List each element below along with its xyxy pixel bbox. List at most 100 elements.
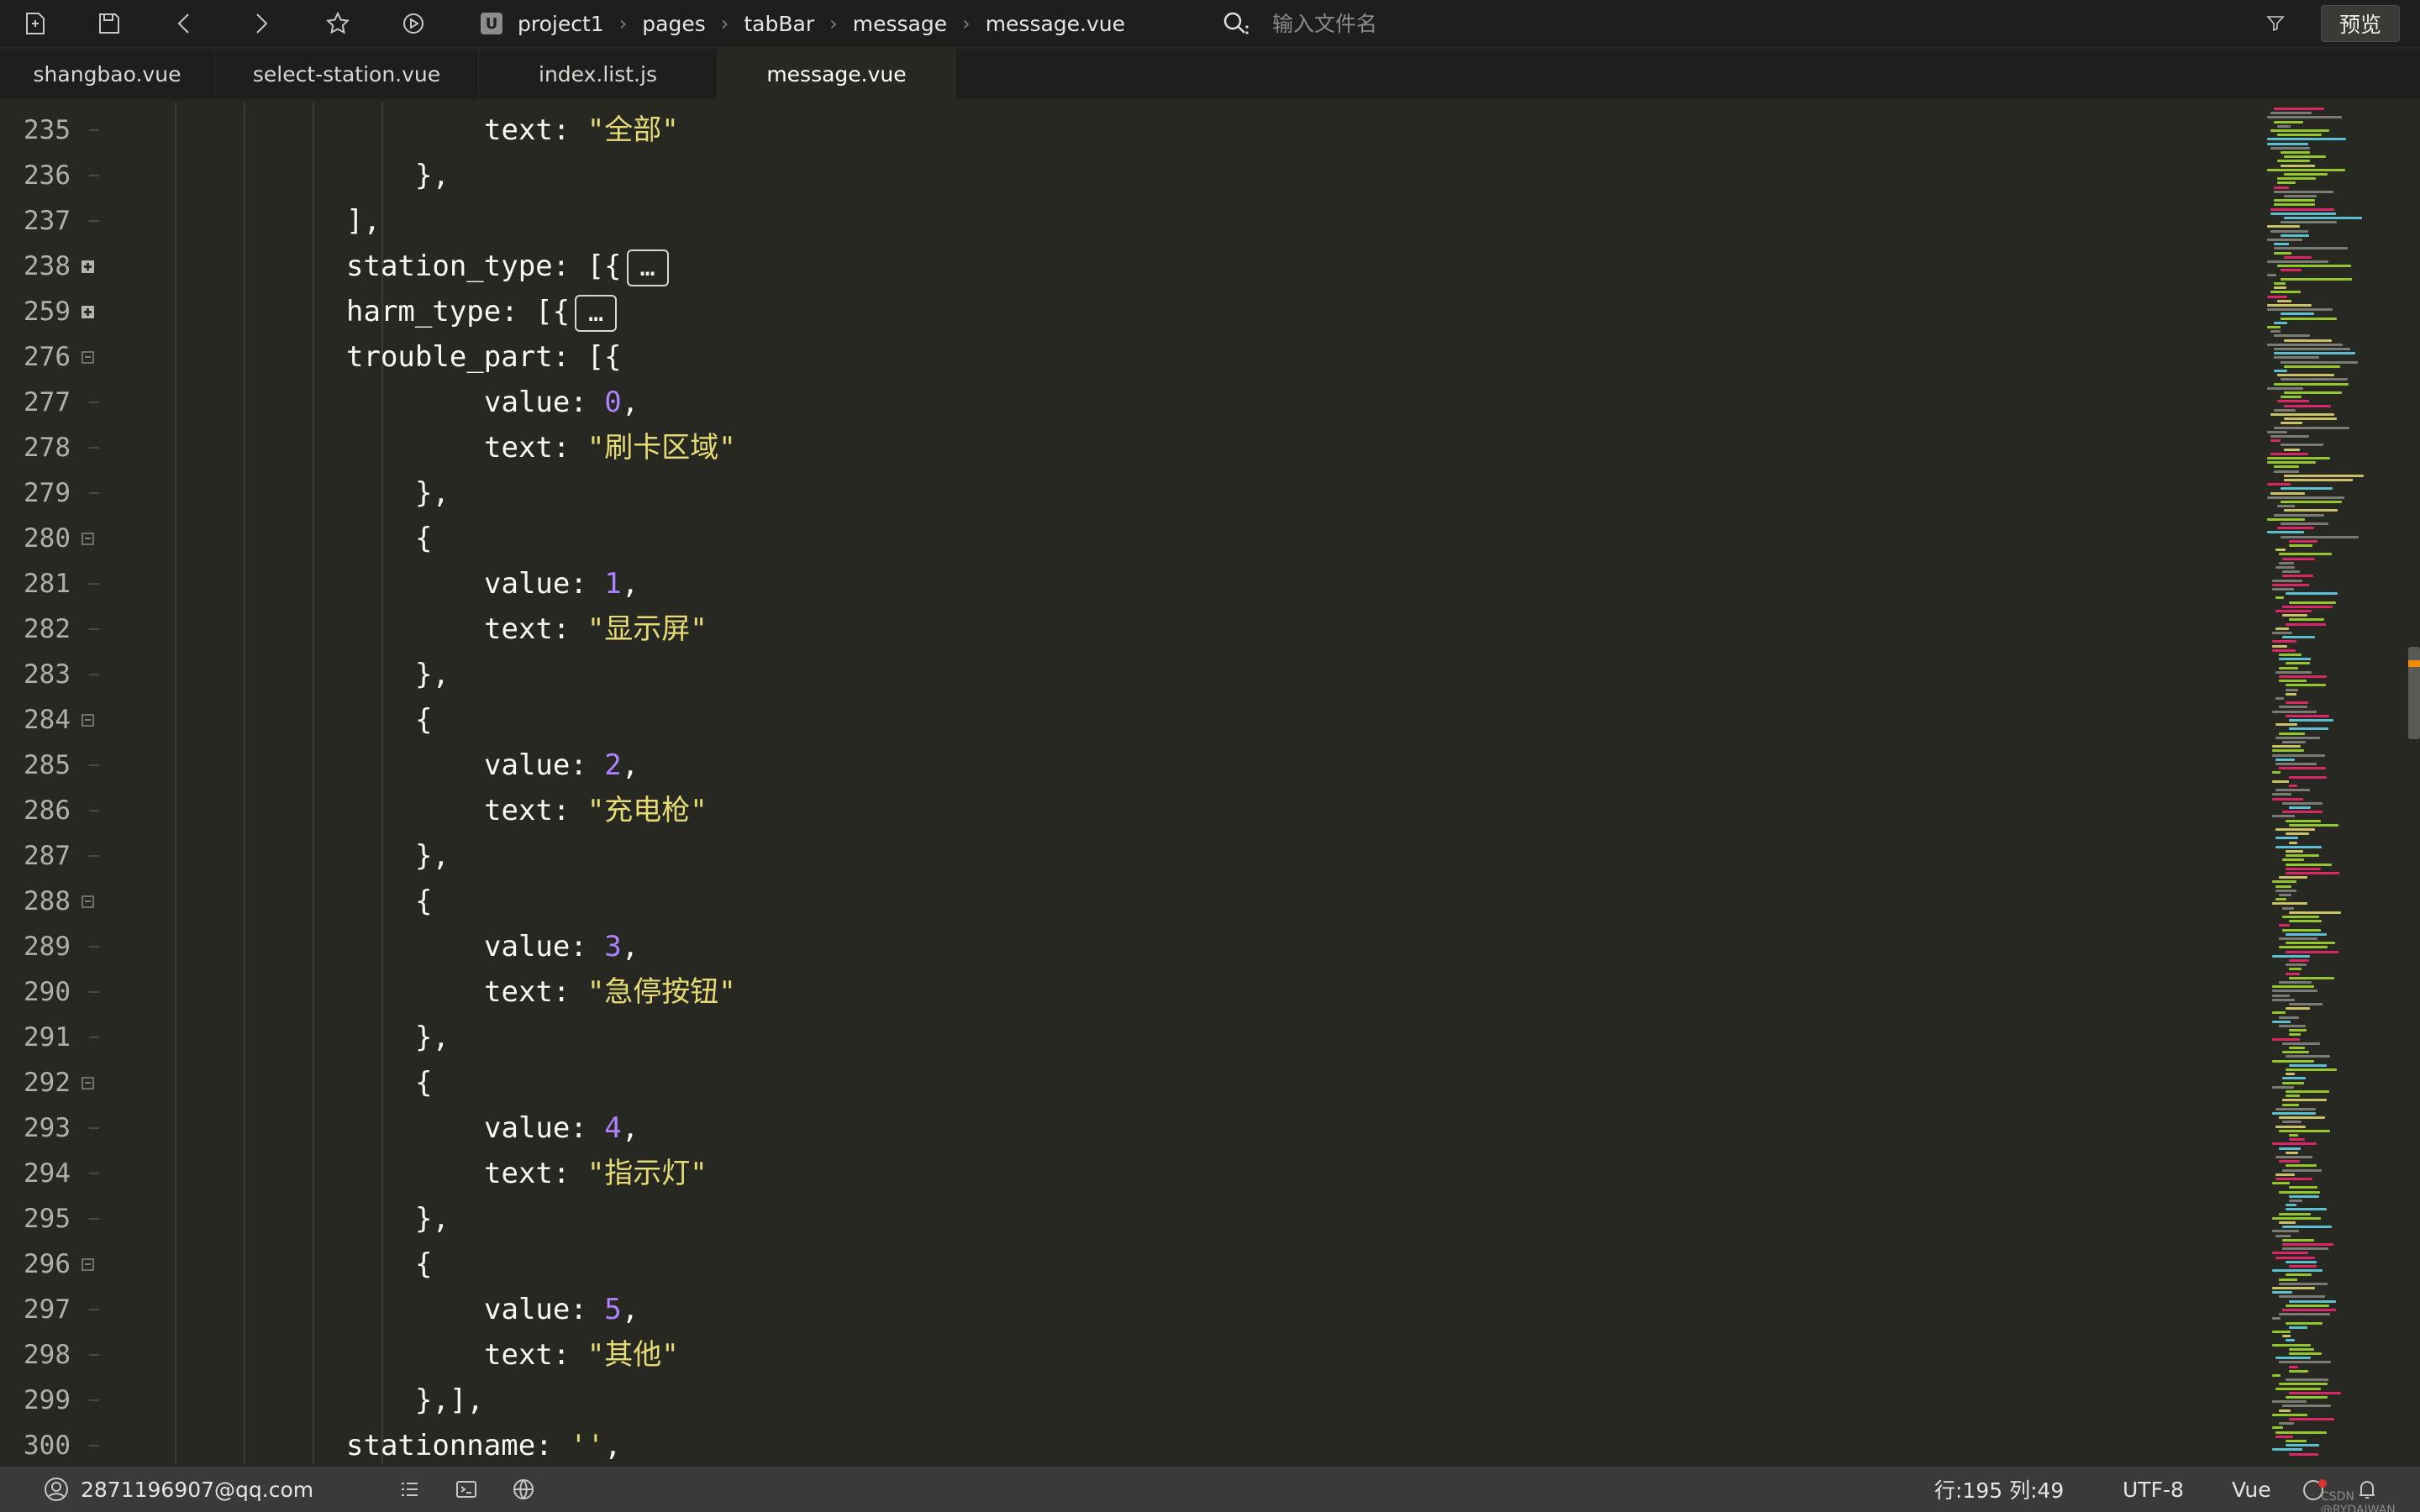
breadcrumb-item[interactable]: pages (642, 12, 705, 36)
code-line[interactable]: 284 { (0, 697, 2235, 743)
fold-collapse-icon[interactable] (82, 1077, 94, 1089)
code-content[interactable]: text: "急停按钮" (484, 969, 736, 1015)
fold-collapse-icon[interactable] (82, 533, 94, 545)
code-content[interactable]: text: "充电枪" (484, 788, 708, 833)
code-content[interactable]: }, (415, 1015, 450, 1060)
code-line[interactable]: 288 { (0, 879, 2235, 924)
code-line[interactable]: 235 text: "全部" (0, 108, 2235, 153)
code-content[interactable]: { (415, 516, 432, 561)
code-line[interactable]: 279}, (0, 470, 2235, 516)
fold-collapse-icon[interactable] (82, 714, 94, 727)
code-line[interactable]: 300 stationname: '', (0, 1423, 2235, 1465)
code-line[interactable]: 292 { (0, 1060, 2235, 1105)
terminal-icon[interactable] (454, 1477, 479, 1502)
code-line[interactable]: 236}, (0, 153, 2235, 198)
code-line[interactable]: 238 station_type: [{… (0, 244, 2235, 289)
code-content[interactable]: text: "显示屏" (484, 606, 708, 652)
code-line[interactable]: 295}, (0, 1196, 2235, 1242)
breadcrumb-item[interactable]: tabBar (744, 12, 814, 36)
fold-collapse-icon[interactable] (82, 1258, 94, 1271)
cursor-position[interactable]: 行:195 列:49 (1934, 1467, 2064, 1512)
forward-icon[interactable] (245, 8, 276, 39)
code-content[interactable]: stationname: '', (346, 1423, 622, 1465)
code-content[interactable]: text: "指示灯" (484, 1151, 708, 1196)
code-line[interactable]: 298 text: "其他" (0, 1332, 2235, 1378)
code-content[interactable]: { (415, 1242, 432, 1287)
code-content[interactable]: value: 0, (484, 380, 639, 425)
code-line[interactable]: 278 text: "刷卡区域" (0, 425, 2235, 470)
save-icon[interactable] (94, 8, 124, 39)
code-content[interactable]: value: 1, (484, 561, 639, 606)
code-line[interactable]: 280 { (0, 516, 2235, 561)
folded-region[interactable]: … (626, 249, 669, 286)
code-content[interactable]: ], (346, 198, 381, 244)
new-file-icon[interactable] (20, 8, 50, 39)
code-content[interactable]: }, (415, 470, 450, 516)
fold-collapse-icon[interactable] (82, 351, 94, 364)
user-account[interactable]: 2871196907@qq.com (81, 1478, 313, 1502)
code-content[interactable]: text: "其他" (484, 1332, 679, 1378)
list-icon[interactable] (397, 1477, 422, 1502)
code-content[interactable]: station_type: [{… (346, 244, 669, 289)
code-content[interactable]: }, (415, 833, 450, 879)
code-line[interactable]: 289 value: 3, (0, 924, 2235, 969)
tab-select-station[interactable]: select-station.vue (215, 49, 479, 99)
star-icon[interactable] (323, 8, 353, 39)
minimap-line (2279, 1116, 2325, 1120)
code-line[interactable]: 276 trouble_part: [{ (0, 334, 2235, 380)
code-line[interactable]: 283}, (0, 652, 2235, 697)
fold-expand-icon[interactable] (82, 306, 94, 318)
code-line[interactable]: 286 text: "充电枪" (0, 788, 2235, 833)
file-search-input[interactable] (1272, 11, 2028, 36)
code-content[interactable]: }, (415, 1196, 450, 1242)
back-icon[interactable] (170, 8, 200, 39)
code-line[interactable]: 291}, (0, 1015, 2235, 1060)
code-editor[interactable]: 235 text: "全部" 236}, 237], 238 station_type: … (0, 102, 2420, 1465)
code-line[interactable]: 281 value: 1, (0, 561, 2235, 606)
filter-icon[interactable] (2265, 13, 2286, 34)
code-line[interactable]: 296 { (0, 1242, 2235, 1287)
user-avatar-icon[interactable] (44, 1477, 69, 1502)
code-line[interactable]: 297 value: 5, (0, 1287, 2235, 1332)
code-content[interactable]: value: 4, (484, 1105, 639, 1151)
tab-shangbao[interactable]: shangbao.vue (0, 49, 215, 99)
code-content[interactable]: }, (415, 652, 450, 697)
code-content[interactable]: text: "刷卡区域" (484, 425, 736, 470)
tab-message[interactable]: message.vue (718, 49, 956, 99)
folded-region[interactable]: … (575, 294, 618, 332)
run-icon[interactable] (398, 8, 429, 39)
language-mode[interactable]: Vue (2232, 1467, 2271, 1512)
code-content[interactable]: }, (415, 153, 450, 198)
code-line[interactable]: 287}, (0, 833, 2235, 879)
code-content[interactable]: { (415, 1060, 432, 1105)
code-content[interactable]: trouble_part: [{ (346, 334, 622, 380)
code-content[interactable]: harm_type: [{… (346, 289, 618, 334)
code-content[interactable]: value: 5, (484, 1287, 639, 1332)
code-line[interactable]: 290 text: "急停按钮" (0, 969, 2235, 1015)
preview-button[interactable]: 预览 (2321, 5, 2400, 42)
minimap[interactable] (2257, 102, 2408, 1465)
code-content[interactable]: { (415, 879, 432, 924)
breadcrumb-item[interactable]: message (853, 12, 947, 36)
breadcrumb-item[interactable]: project1 (518, 12, 604, 36)
code-content[interactable]: value: 2, (484, 743, 639, 788)
code-line[interactable]: 285 value: 2, (0, 743, 2235, 788)
code-line[interactable]: 293 value: 4, (0, 1105, 2235, 1151)
code-line[interactable]: 299},], (0, 1378, 2235, 1423)
code-content[interactable]: value: 3, (484, 924, 639, 969)
code-content[interactable]: text: "全部" (484, 108, 679, 153)
fold-expand-icon[interactable] (82, 260, 94, 273)
code-line[interactable]: 277 value: 0, (0, 380, 2235, 425)
breadcrumb-item[interactable]: message.vue (986, 12, 1125, 36)
code-line[interactable]: 237], (0, 198, 2235, 244)
file-encoding[interactable]: UTF-8 (2123, 1467, 2184, 1512)
minimap-line (2274, 251, 2291, 255)
code-line[interactable]: 294 text: "指示灯" (0, 1151, 2235, 1196)
code-content[interactable]: { (415, 697, 432, 743)
code-line[interactable]: 259 harm_type: [{… (0, 289, 2235, 334)
tab-index-list[interactable]: index.list.js (479, 49, 718, 99)
code-content[interactable]: },], (415, 1378, 484, 1423)
globe-icon[interactable] (511, 1477, 536, 1502)
code-line[interactable]: 282 text: "显示屏" (0, 606, 2235, 652)
fold-collapse-icon[interactable] (82, 895, 94, 908)
